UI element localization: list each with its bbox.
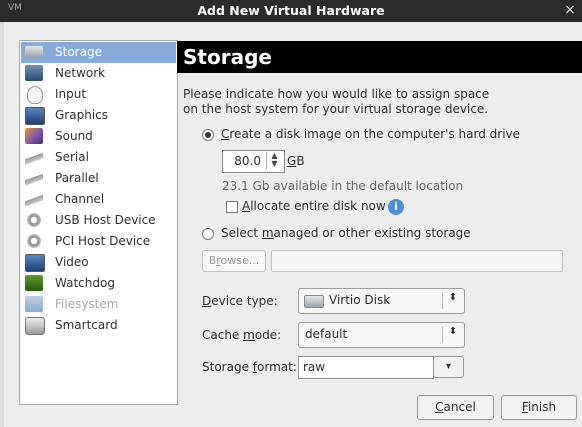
disk-size-value[interactable]: 80.0 bbox=[225, 154, 261, 168]
sidebar-item-label: Serial bbox=[55, 150, 89, 164]
sidebar-item-storage[interactable]: Storage bbox=[21, 42, 176, 63]
available-space-text: 23.1 Gb available in the default locatio… bbox=[222, 179, 464, 193]
cancel-button[interactable]: Cancel bbox=[417, 395, 494, 420]
sidebar-item-label: Storage bbox=[55, 45, 102, 59]
sidebar-item-filesystem: Filesystem bbox=[21, 294, 176, 315]
disk-size-unit: GB bbox=[287, 154, 305, 168]
close-icon[interactable]: × bbox=[562, 2, 578, 18]
device-type-value: Virtio Disk bbox=[329, 293, 391, 307]
info-icon[interactable]: i bbox=[388, 199, 404, 215]
browse-button[interactable]: Browse... bbox=[202, 250, 266, 272]
existing-storage-radio[interactable] bbox=[202, 228, 214, 240]
cache-mode-label: Cache mode: bbox=[202, 328, 282, 342]
chevron-down-icon[interactable]: ▾ bbox=[433, 356, 464, 378]
disk-size-spinner[interactable]: 80.0 ▲ ▼ bbox=[222, 150, 285, 173]
cache-mode-value: default bbox=[305, 327, 348, 341]
sidebar-item-input[interactable]: Input bbox=[21, 84, 176, 105]
finish-button[interactable]: Finish bbox=[501, 395, 577, 420]
description-line: on the host system for your virtual stor… bbox=[183, 102, 489, 116]
combo-separator bbox=[442, 327, 443, 343]
folder-icon bbox=[25, 296, 43, 312]
sidebar-item-serial[interactable]: Serial bbox=[21, 147, 176, 168]
sidebar-item-watchdog[interactable]: Watchdog bbox=[21, 273, 176, 294]
sidebar-item-usb-host-device[interactable]: USB Host Device bbox=[21, 210, 176, 231]
sidebar-item-network[interactable]: Network bbox=[21, 63, 176, 84]
sidebar-item-label: Video bbox=[55, 255, 89, 269]
create-disk-label[interactable]: Create a disk image on the computer's ha… bbox=[221, 127, 520, 141]
device-type-label: Device type: bbox=[202, 294, 278, 308]
harddisk-icon bbox=[304, 295, 324, 308]
sidebar-item-label: Channel bbox=[55, 192, 105, 206]
parallel-icon bbox=[25, 170, 43, 186]
sidebar-item-label: PCI Host Device bbox=[55, 234, 151, 248]
allocate-checkbox[interactable] bbox=[226, 201, 238, 213]
sidebar-item-label: Watchdog bbox=[55, 276, 115, 290]
serial-icon bbox=[25, 149, 43, 165]
storage-format-value: raw bbox=[303, 360, 326, 374]
sidebar-item-label: Network bbox=[55, 66, 106, 80]
page-title: Storage bbox=[183, 45, 272, 69]
sidebar-item-label: Sound bbox=[55, 129, 93, 143]
harddisk-icon bbox=[25, 46, 43, 57]
storage-path-input[interactable] bbox=[271, 250, 563, 272]
sidebar-item-label: Filesystem bbox=[55, 297, 119, 311]
smartcard-icon bbox=[25, 317, 45, 335]
storage-format-input[interactable]: raw bbox=[298, 356, 434, 379]
sidebar-item-label: Graphics bbox=[55, 108, 108, 122]
sidebar-item-pci-host-device[interactable]: PCI Host Device bbox=[21, 231, 176, 252]
page-header: Storage bbox=[177, 41, 582, 73]
up-down-icon: ⬍ bbox=[448, 292, 458, 303]
pci-icon bbox=[25, 233, 43, 249]
window-edge bbox=[0, 22, 4, 427]
sound-icon bbox=[25, 128, 43, 144]
sidebar-item-smartcard[interactable]: Smartcard bbox=[21, 315, 176, 336]
monitor-icon bbox=[25, 107, 45, 125]
combo-separator bbox=[442, 293, 443, 309]
existing-storage-label[interactable]: Select managed or other existing storage bbox=[221, 226, 471, 240]
sidebar-item-label: Input bbox=[55, 87, 87, 101]
network-icon bbox=[25, 65, 43, 81]
sidebar-item-label: Smartcard bbox=[55, 318, 118, 332]
watchdog-icon bbox=[25, 275, 43, 291]
sidebar-item-channel[interactable]: Channel bbox=[21, 189, 176, 210]
usb-icon bbox=[25, 212, 43, 228]
allocate-label[interactable]: Allocate entire disk now bbox=[242, 199, 386, 213]
sidebar-item-label: Parallel bbox=[55, 171, 99, 185]
sidebar-item-video[interactable]: Video bbox=[21, 252, 176, 273]
sidebar-item-sound[interactable]: Sound bbox=[21, 126, 176, 147]
up-down-icon: ⬍ bbox=[448, 326, 458, 337]
hardware-type-list[interactable]: Storage Network Input Graphics Sound Ser… bbox=[19, 40, 178, 405]
title-bar[interactable]: VM Add New Virtual Hardware × bbox=[0, 0, 582, 22]
create-disk-radio[interactable] bbox=[202, 129, 214, 141]
cache-mode-select[interactable]: default ⬍ bbox=[298, 322, 465, 348]
device-type-select[interactable]: Virtio Disk ⬍ bbox=[298, 288, 465, 314]
sidebar-item-graphics[interactable]: Graphics bbox=[21, 105, 176, 126]
spinner-arrows-icon[interactable]: ▲ ▼ bbox=[266, 152, 282, 169]
window-title: Add New Virtual Hardware bbox=[197, 3, 385, 18]
sidebar-item-label: USB Host Device bbox=[55, 213, 156, 227]
mouse-icon bbox=[27, 86, 43, 104]
sidebar-item-parallel[interactable]: Parallel bbox=[21, 168, 176, 189]
channel-icon bbox=[25, 191, 43, 207]
description-line: Please indicate how you would like to as… bbox=[183, 87, 490, 101]
storage-format-label: Storage format: bbox=[202, 360, 297, 374]
video-icon bbox=[25, 254, 45, 272]
page-description: Please indicate how you would like to as… bbox=[183, 87, 573, 117]
